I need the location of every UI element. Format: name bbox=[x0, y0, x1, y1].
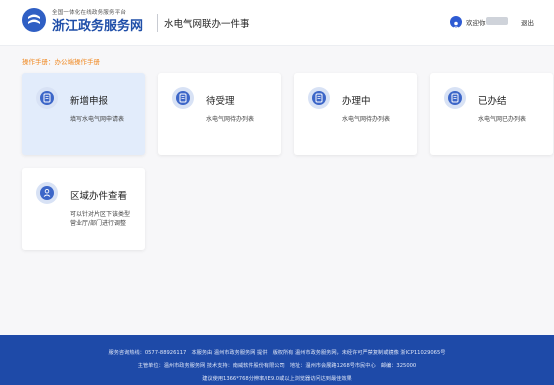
card-description: 填写水电气网申请表 bbox=[70, 116, 125, 123]
card-new-application[interactable]: 新增申报 填写水电气网申请表 bbox=[22, 73, 145, 155]
card-regional-view[interactable]: 区域办件查看 可以针对片区下该类型营业厅/部门进行调整 bbox=[22, 168, 145, 250]
page-footer: 服务咨询热线：0577-88926117 本服务由 温州市政务服务网 提供 版权… bbox=[0, 335, 554, 385]
greeting-text: 欢迎你 bbox=[466, 19, 486, 27]
zhejiang-logo-icon[interactable] bbox=[22, 8, 46, 32]
card-description: 水电气网待办列表 bbox=[342, 116, 391, 123]
card-title: 区域办件查看 bbox=[70, 191, 128, 202]
user-icon[interactable] bbox=[450, 16, 462, 29]
card-title: 新增申报 bbox=[70, 96, 109, 107]
card-description: 水电气网待办列表 bbox=[206, 116, 255, 123]
card-in-progress[interactable]: 办理中 水电气网待办列表 bbox=[294, 73, 417, 155]
card-title: 办理中 bbox=[342, 96, 371, 107]
username-redacted bbox=[486, 17, 508, 25]
card-description: 可以针对片区下该类型营业厅/部门进行调整 bbox=[70, 211, 131, 227]
document-icon bbox=[308, 87, 330, 109]
card-title: 待受理 bbox=[206, 96, 235, 107]
platform-title[interactable]: 浙江政务服务网 bbox=[52, 15, 143, 34]
logout-link[interactable]: 退出 bbox=[521, 17, 534, 27]
top-header: 全国一体化在线政务服务平台 浙江政务服务网 水电气网联办一件事 欢迎你 退出 bbox=[0, 0, 554, 46]
footer-line-1: 服务咨询热线：0577-88926117 本服务由 温州市政务服务网 提供 版权… bbox=[108, 350, 446, 356]
service-title: 水电气网联办一件事 bbox=[164, 19, 250, 30]
card-title: 已办结 bbox=[478, 96, 507, 107]
card-pending[interactable]: 待受理 水电气网待办列表 bbox=[158, 73, 281, 155]
brand-divider bbox=[157, 14, 158, 32]
footer-line-3: 建议使用1366*768分辨率/IE9.0或以上浏览器访问达到最佳效果 bbox=[202, 376, 352, 382]
document-icon bbox=[36, 87, 58, 109]
user-icon bbox=[36, 182, 58, 204]
card-completed[interactable]: 已办结 水电气网已办列表 bbox=[430, 73, 553, 155]
document-icon bbox=[172, 87, 194, 109]
operation-manual-link[interactable]: 操作手册：办公端操作手册 bbox=[22, 56, 100, 66]
document-icon bbox=[444, 87, 466, 109]
footer-line-2: 主管单位：温州市政务服务网 技术支持：南威软件股份有限公司 地址：温州市会展路1… bbox=[137, 363, 417, 369]
card-description: 水电气网已办列表 bbox=[478, 116, 527, 123]
